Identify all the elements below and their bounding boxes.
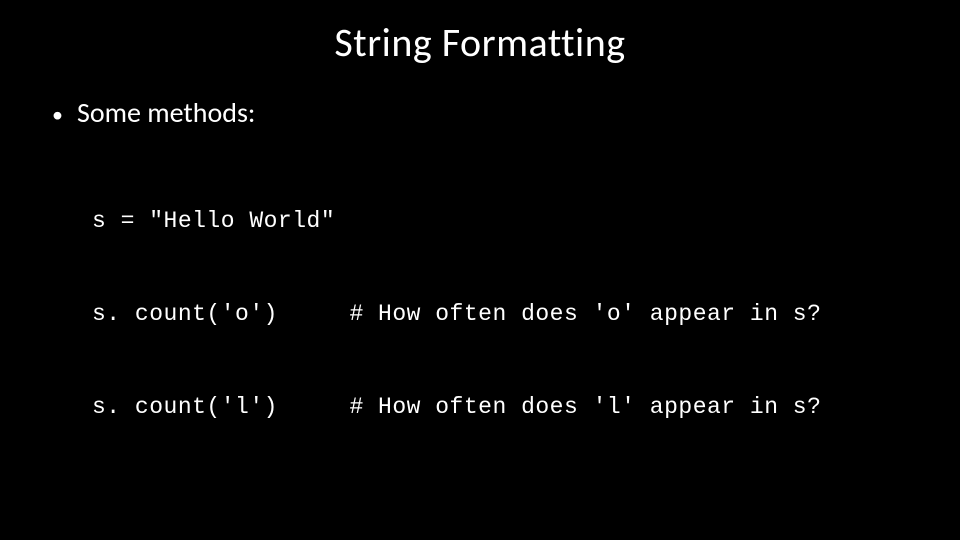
code-line: s. count('o') # How often does 'o' appea… [92, 299, 910, 330]
blank-line [92, 486, 910, 500]
bullet-text: Some methods: [77, 95, 255, 130]
code-line: s = "Hello World" [92, 206, 910, 237]
code-line: s. count('l') # How often does 'l' appea… [92, 392, 910, 423]
slide-title: String Formatting [0, 0, 960, 67]
code-block: s = "Hello World" s. count('o') # How of… [50, 130, 910, 540]
slide-body: • Some methods: s = "Hello World" s. cou… [0, 67, 960, 540]
bullet-dot-icon: • [52, 101, 63, 129]
slide: String Formatting • Some methods: s = "H… [0, 0, 960, 540]
bullet-item: • Some methods: [50, 95, 910, 130]
